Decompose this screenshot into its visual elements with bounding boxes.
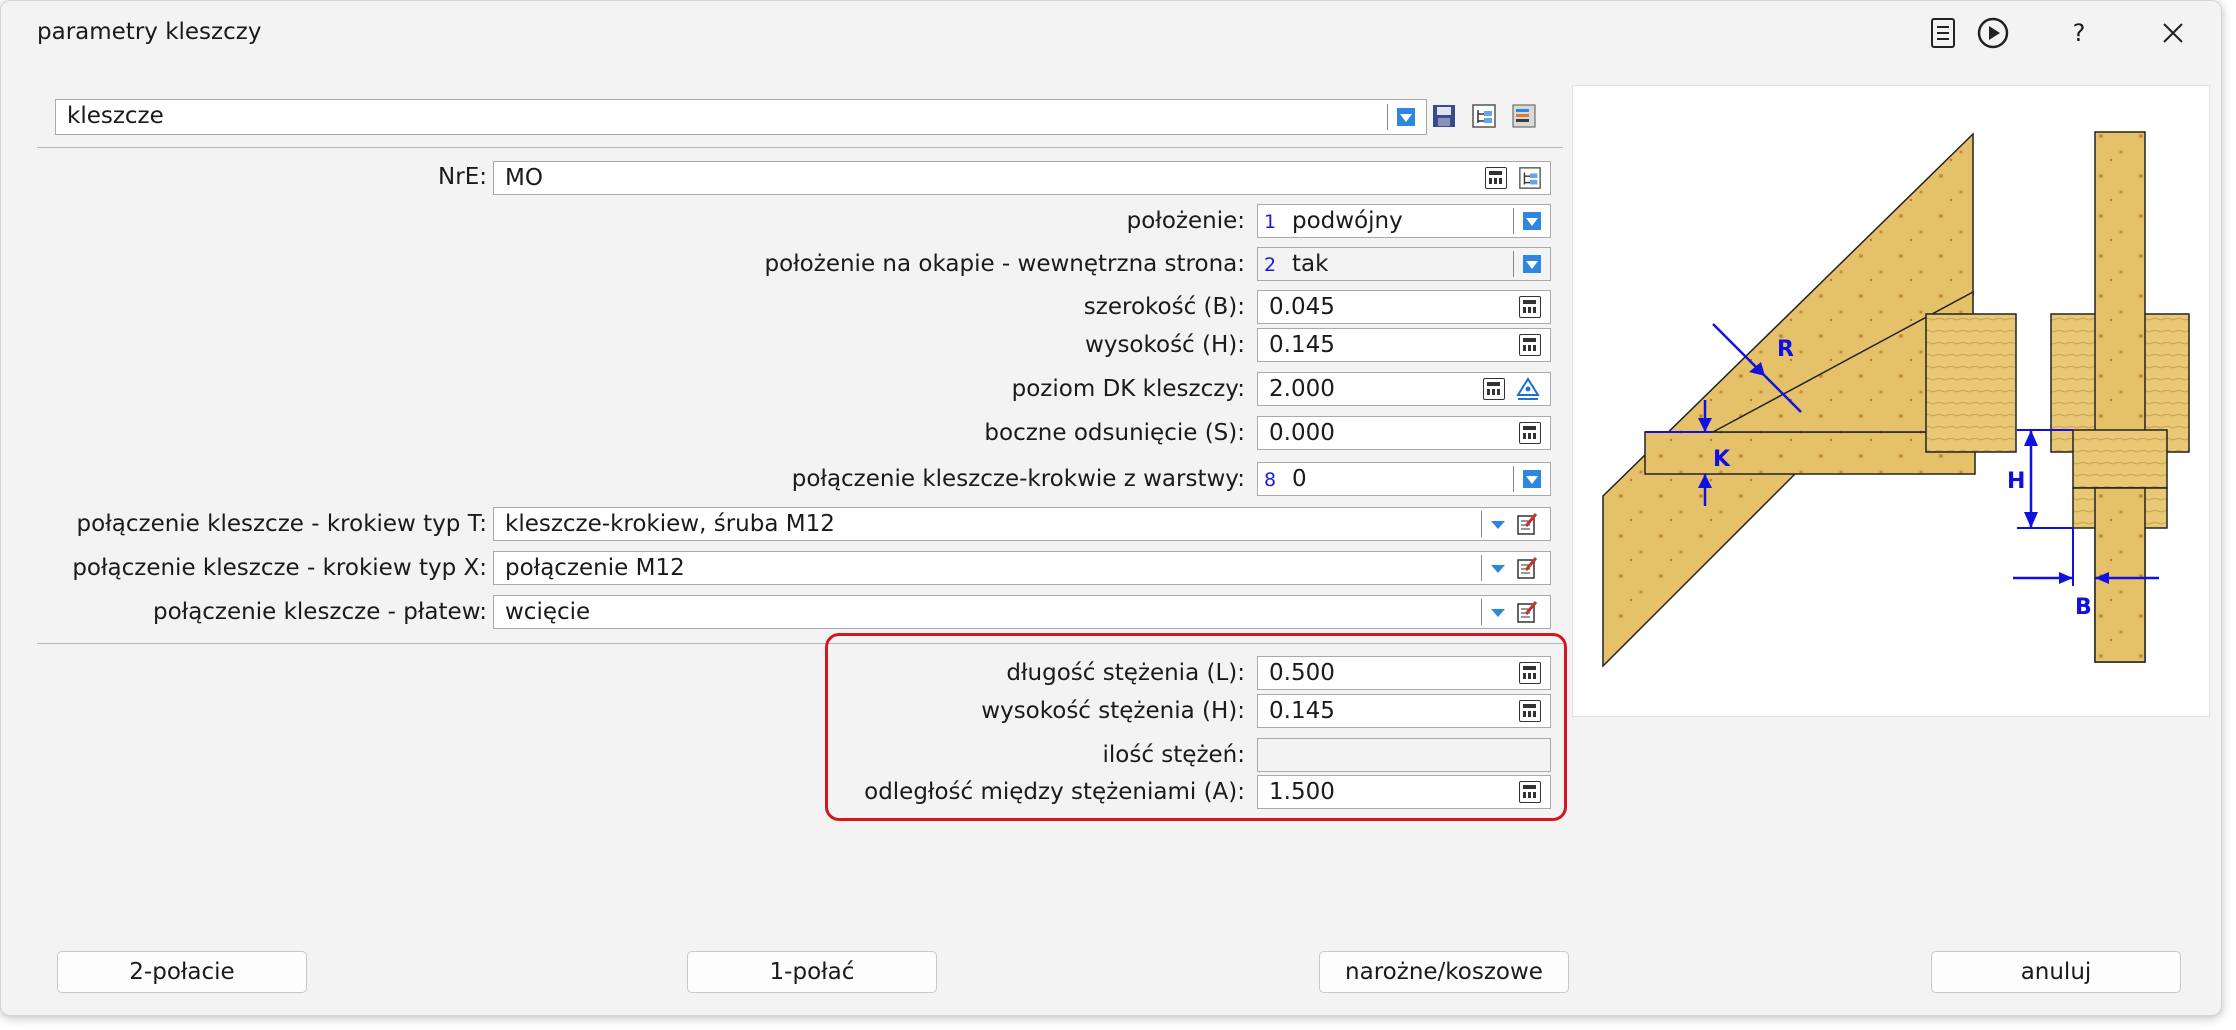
typ-t-edit-icon[interactable] xyxy=(1515,511,1541,537)
dlugosc-stezenia-label: długość stężenia (L): xyxy=(1006,660,1245,686)
play-circle-icon[interactable] xyxy=(1973,13,2013,53)
dim-b-label: B xyxy=(2075,595,2092,620)
ilosc-stezen-field[interactable] xyxy=(1257,738,1551,772)
dlugosc-stezenia-field[interactable]: 0.500 xyxy=(1257,656,1551,690)
dialog-window: parametry kleszczy ? kleszcze NrE: MO po… xyxy=(0,0,2222,1016)
typ-t-field[interactable]: kleszcze-krokiew, śruba M12 xyxy=(493,507,1551,541)
platew-field[interactable]: wcięcie xyxy=(493,595,1551,629)
two-slopes-button[interactable]: 2-połacie xyxy=(57,951,307,993)
wysokosc-calc-icon[interactable] xyxy=(1517,332,1543,358)
typ-x-dropdown-arrow-icon[interactable] xyxy=(1485,555,1511,581)
wysokosc-label: wysokość (H): xyxy=(1085,332,1245,358)
wysokosc-stezenia-calc-icon[interactable] xyxy=(1517,698,1543,724)
boczne-calc-icon[interactable] xyxy=(1517,420,1543,446)
nre-value: MO xyxy=(505,165,543,191)
poziom-dk-label: poziom DK kleszczy: xyxy=(1011,376,1245,402)
polozenie-code: 1 xyxy=(1264,211,1277,233)
platew-dropdown-arrow-icon[interactable] xyxy=(1485,599,1511,625)
cancel-button[interactable]: anuluj xyxy=(1931,951,2181,993)
polaczenie-warstwy-dropdown-arrow-icon[interactable] xyxy=(1519,466,1545,492)
polozenie-dropdown-arrow-icon[interactable] xyxy=(1519,208,1545,234)
polozenie-okap-value: tak xyxy=(1292,251,1329,277)
polaczenie-warstwy-value: 0 xyxy=(1292,466,1307,492)
odleglosc-calc-icon[interactable] xyxy=(1517,779,1543,805)
type-select-value: kleszcze xyxy=(67,103,164,129)
boczne-label: boczne odsunięcie (S): xyxy=(984,420,1245,446)
polozenie-select[interactable]: 1 podwójny xyxy=(1257,204,1551,238)
one-slope-button[interactable]: 1-połać xyxy=(687,951,937,993)
wysokosc-value: 0.145 xyxy=(1269,332,1335,358)
nre-field[interactable]: MO xyxy=(493,161,1551,195)
pick-level-icon[interactable] xyxy=(1515,376,1541,402)
poziom-dk-calc-icon[interactable] xyxy=(1481,376,1507,402)
dlugosc-stezenia-calc-icon[interactable] xyxy=(1517,660,1543,686)
typ-x-value: połączenie M12 xyxy=(505,555,685,581)
nre-label: NrE: xyxy=(438,164,487,190)
polozenie-okap-select[interactable]: 2 tak xyxy=(1257,247,1551,281)
export-icon[interactable] xyxy=(1511,103,1537,129)
document-list-icon[interactable] xyxy=(1923,13,1963,53)
polozenie-value: podwójny xyxy=(1292,208,1403,234)
boczne-value: 0.000 xyxy=(1269,420,1335,446)
save-icon[interactable] xyxy=(1431,103,1457,129)
nre-calc-icon[interactable] xyxy=(1483,165,1509,191)
ilosc-stezen-label: ilość stężeń: xyxy=(1102,742,1246,768)
corner-button[interactable]: narożne/koszowe xyxy=(1319,951,1569,993)
close-icon[interactable] xyxy=(2153,13,2193,53)
boczne-field[interactable]: 0.000 xyxy=(1257,416,1551,450)
polozenie-label: położenie: xyxy=(1126,208,1245,234)
wysokosc-stezenia-value: 0.145 xyxy=(1269,698,1335,724)
typ-t-value: kleszcze-krokiew, śruba M12 xyxy=(505,511,835,537)
poziom-dk-value: 2.000 xyxy=(1269,376,1335,402)
odleglosc-value: 1.500 xyxy=(1269,779,1335,805)
dlugosc-stezenia-value: 0.500 xyxy=(1269,660,1335,686)
typ-x-field[interactable]: połączenie M12 xyxy=(493,551,1551,585)
dim-h-label: H xyxy=(2007,469,2025,494)
polaczenie-warstwy-code: 8 xyxy=(1264,469,1277,491)
platew-label: połączenie kleszcze - płatew: xyxy=(152,599,487,625)
type-dropdown-arrow-icon[interactable] xyxy=(1393,104,1419,130)
polaczenie-warstwy-label: połączenie kleszcze-krokwie z warstwy: xyxy=(791,466,1245,492)
dim-r-label: R xyxy=(1777,337,1794,362)
odleglosc-field[interactable]: 1.500 xyxy=(1257,775,1551,809)
wysokosc-stezenia-label: wysokość stężenia (H): xyxy=(981,698,1245,724)
tree-structure-icon[interactable] xyxy=(1471,103,1497,129)
nre-tree-icon[interactable] xyxy=(1517,165,1543,191)
szerokosc-calc-icon[interactable] xyxy=(1517,294,1543,320)
collar-tie-preview: R K H B xyxy=(1572,85,2210,717)
wysokosc-field[interactable]: 0.145 xyxy=(1257,328,1551,362)
typ-t-dropdown-arrow-icon[interactable] xyxy=(1485,511,1511,537)
platew-edit-icon[interactable] xyxy=(1515,599,1541,625)
odleglosc-label: odległość między stężeniami (A): xyxy=(864,779,1245,805)
collar-tie-diagram: R K H B xyxy=(1602,131,2190,668)
type-select[interactable]: kleszcze xyxy=(55,99,1427,135)
typ-x-label: połączenie kleszcze - krokiew typ X: xyxy=(72,555,487,581)
polozenie-okap-label: położenie na okapie - wewnętrzna strona: xyxy=(764,251,1245,277)
szerokosc-label: szerokość (B): xyxy=(1083,294,1245,320)
platew-value: wcięcie xyxy=(505,599,591,625)
wysokosc-stezenia-field[interactable]: 0.145 xyxy=(1257,694,1551,728)
typ-t-label: połączenie kleszcze - krokiew typ T: xyxy=(76,511,487,537)
purlin-shape xyxy=(1925,313,2017,453)
typ-x-edit-icon[interactable] xyxy=(1515,555,1541,581)
window-title: parametry kleszczy xyxy=(37,19,262,45)
szerokosc-value: 0.045 xyxy=(1269,294,1335,320)
dim-k-label: K xyxy=(1713,447,1731,472)
help-icon[interactable]: ? xyxy=(2059,13,2099,53)
title-bar: parametry kleszczy ? xyxy=(1,1,2221,65)
help-label: ? xyxy=(2072,19,2086,47)
szerokosc-field[interactable]: 0.045 xyxy=(1257,290,1551,324)
polozenie-okap-dropdown-arrow-icon[interactable] xyxy=(1519,251,1545,277)
polaczenie-warstwy-select[interactable]: 80 xyxy=(1257,462,1551,496)
polozenie-okap-code: 2 xyxy=(1264,254,1277,276)
